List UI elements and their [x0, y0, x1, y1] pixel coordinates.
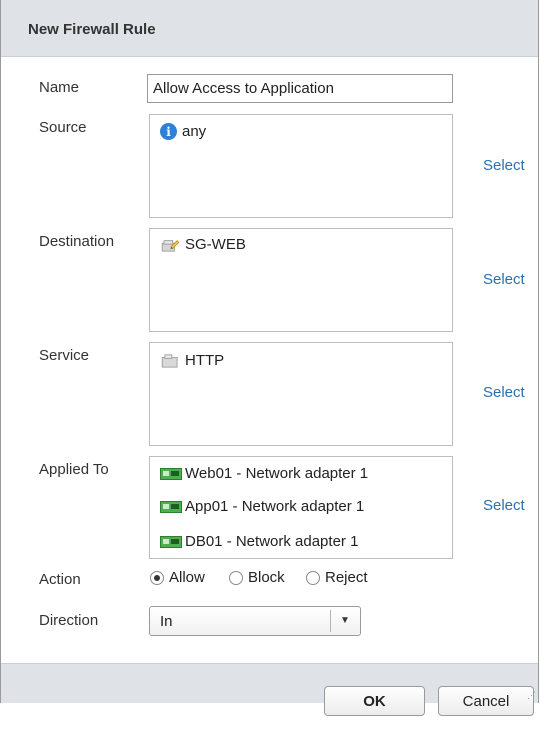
applied-to-label: Applied To	[39, 461, 109, 478]
source-item-label: any	[182, 123, 207, 140]
action-reject-radio[interactable]: Reject	[306, 569, 368, 586]
direction-value: In	[160, 613, 173, 630]
radio-unselected-icon[interactable]	[306, 570, 320, 585]
source-select-link[interactable]: Select	[483, 157, 525, 174]
direction-label: Direction	[39, 612, 99, 629]
dropdown-divider	[330, 610, 331, 632]
applied-to-item-label: DB01 - Network adapter 1	[185, 533, 359, 550]
dialog-titlebar: New Firewall Rule	[1, 0, 538, 57]
action-allow-label: Allow	[169, 569, 205, 586]
service-icon	[161, 353, 178, 368]
list-item[interactable]: HTTP	[160, 352, 224, 369]
direction-dropdown[interactable]: In ▼	[149, 606, 361, 636]
new-firewall-rule-dialog: New Firewall Rule Name Source i any Sele…	[0, 0, 539, 703]
list-item[interactable]: SG-WEB	[160, 236, 246, 253]
destination-item-label: SG-WEB	[185, 236, 246, 253]
applied-to-item-label: App01 - Network adapter 1	[185, 498, 365, 515]
action-reject-label: Reject	[325, 569, 368, 586]
list-item[interactable]: DB01 - Network adapter 1	[160, 533, 358, 550]
applied-to-select-link[interactable]: Select	[483, 497, 525, 514]
chevron-down-icon[interactable]: ▼	[340, 615, 350, 626]
security-group-icon	[161, 239, 180, 252]
destination-select-link[interactable]: Select	[483, 271, 525, 288]
action-allow-radio[interactable]: Allow	[150, 569, 205, 586]
cancel-button[interactable]: Cancel	[438, 686, 534, 716]
destination-label: Destination	[39, 233, 115, 250]
name-label: Name	[39, 79, 80, 96]
resize-grip-icon[interactable]: ⋰	[527, 690, 536, 701]
list-item[interactable]: Web01 - Network adapter 1	[160, 465, 368, 482]
action-block-label: Block	[248, 569, 285, 586]
service-select-link[interactable]: Select	[483, 384, 525, 401]
source-list[interactable]: i any	[149, 114, 453, 218]
destination-list[interactable]: SG-WEB	[149, 228, 453, 332]
ok-button[interactable]: OK	[324, 686, 425, 716]
radio-unselected-icon[interactable]	[229, 570, 243, 585]
applied-to-list[interactable]: Web01 - Network adapter 1 App01 - Networ…	[149, 456, 453, 559]
source-label: Source	[39, 119, 87, 136]
network-adapter-icon	[160, 467, 182, 480]
name-input[interactable]	[147, 74, 453, 103]
applied-to-item-label: Web01 - Network adapter 1	[185, 465, 369, 482]
dialog-title: New Firewall Rule	[28, 21, 156, 38]
radio-selected-icon[interactable]	[150, 570, 164, 585]
info-icon: i	[160, 123, 177, 140]
action-block-radio[interactable]: Block	[229, 569, 285, 586]
service-list[interactable]: HTTP	[149, 342, 453, 446]
network-adapter-icon	[160, 500, 182, 513]
action-label: Action	[39, 571, 81, 588]
service-label: Service	[39, 347, 90, 364]
network-adapter-icon	[160, 535, 182, 548]
list-item[interactable]: i any	[160, 123, 206, 140]
list-item[interactable]: App01 - Network adapter 1	[160, 498, 364, 515]
service-item-label: HTTP	[185, 352, 225, 369]
